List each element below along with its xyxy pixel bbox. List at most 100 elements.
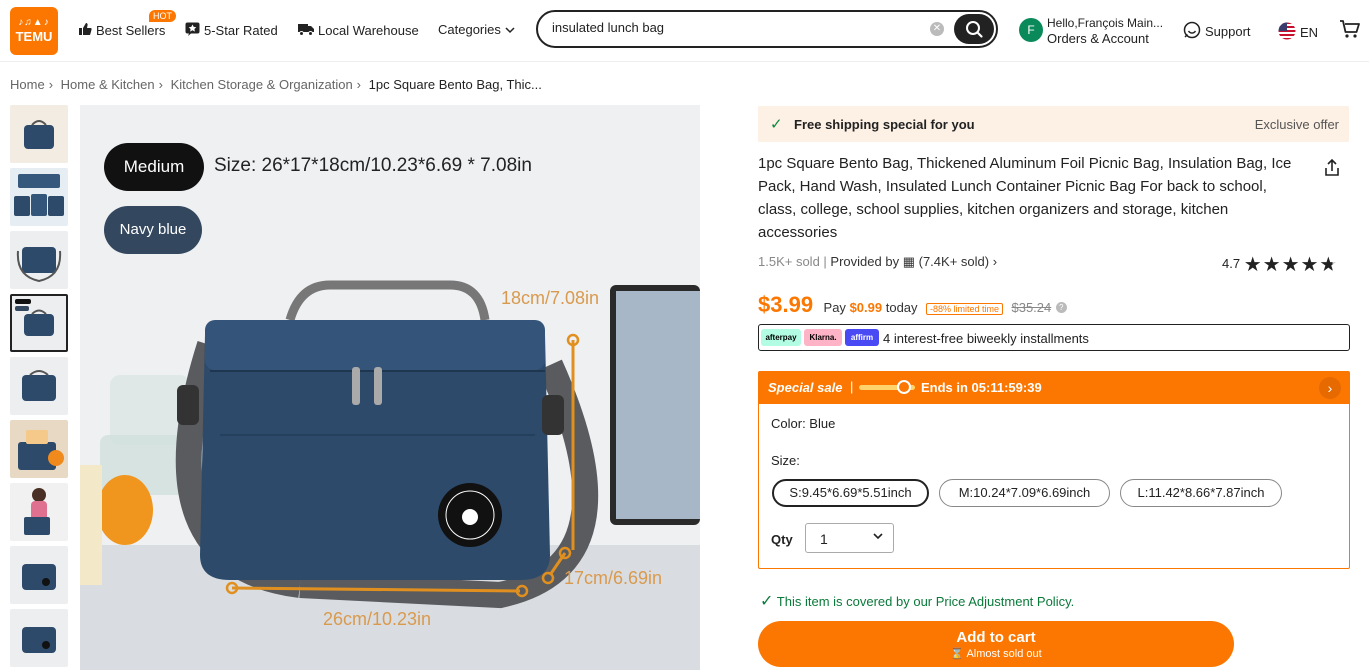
logo-symbols: ♪♫▲♪ [18,17,50,28]
rating-value: 4.7 [1222,255,1241,271]
info-icon[interactable]: ? [1055,302,1067,314]
pay-suffix: today [885,300,918,315]
breadcrumb-home[interactable]: Home [10,77,45,92]
breadcrumb-home-kitchen[interactable]: Home & Kitchen [61,77,155,92]
size-option-l[interactable]: L:11.42*8.66*7.87inch [1120,479,1282,507]
search-icon [966,21,983,38]
thumbnail[interactable] [10,420,68,478]
language-selector[interactable]: EN [1278,22,1318,43]
quantity-value: 1 [820,531,828,547]
klarna-badge: Klarna. [804,329,842,346]
installments-box[interactable]: afterpay Klarna. affirm 4 interest-free … [758,324,1350,351]
thumbnail[interactable] [10,168,68,226]
language-label: EN [1300,25,1319,40]
search-bar: ✕ [536,10,998,48]
special-sale-bar[interactable]: Special sale | Ends in 05:11:59:39 › [759,372,1349,404]
support-label: Support [1205,24,1251,39]
thumbnail[interactable] [10,609,68,667]
quantity-select[interactable]: 1 [805,523,894,553]
thumbnail[interactable] [10,357,68,415]
categories-label: Categories [438,22,501,37]
breadcrumb-kitchen-storage[interactable]: Kitchen Storage & Organization [171,77,353,92]
almost-sold-out-text: Almost sold out [966,648,1042,660]
nav-5-star-rated[interactable]: 5-Star Rated [185,22,278,39]
add-to-cart-label: Add to cart [956,629,1036,646]
hourglass-icon: ⌛ [950,648,965,660]
size-tag: Medium [104,143,204,191]
countdown-text: Ends in 05:11:59:39 [921,380,1042,395]
chevron-down-icon [872,530,884,544]
nav-best-sellers[interactable]: Best Sellers [78,22,165,39]
provided-by-label: Provided by [830,254,900,269]
size-option-m[interactable]: M:10.24*7.09*6.69inch [939,479,1110,507]
price-row: $3.99 Pay $0.99 today -88% limited time … [758,292,1067,318]
share-icon[interactable] [1322,158,1342,183]
nav-categories[interactable]: Categories [438,22,515,37]
local-warehouse-label: Local Warehouse [318,23,419,38]
color-label: Color: Blue [771,416,836,431]
breadcrumb-separator: › [158,77,163,92]
store-icon: ▦ [902,254,915,269]
sales-info: 1.5K+ sold | Provided by ▦ (7.4K+ sold) … [758,254,997,270]
main-product-image[interactable]: Medium Size: 26*17*18cm/10.23*6.69 * 7.0… [80,105,700,670]
currency-symbol: $ [758,292,771,317]
checkmark-icon: ✓ [770,116,783,133]
temu-logo[interactable]: ♪♫▲♪ TEMU [10,7,58,55]
shopping-cart-icon [1339,19,1361,42]
special-sale-label: Special sale [768,380,843,395]
checkmark-icon: ✓ [760,593,774,610]
thumbnail-selected[interactable] [10,294,68,352]
greeting-text: Hello,François Main... [1047,16,1164,30]
nav-local-warehouse[interactable]: Local Warehouse [298,22,419,39]
chevron-right-icon[interactable]: › [1319,377,1341,399]
thumbs-up-icon [78,22,92,39]
height-dimension: 18cm/7.08in [501,288,600,308]
afterpay-badge: afterpay [761,329,801,346]
thumbnail[interactable] [10,546,68,604]
price-policy-text: This item is covered by our Price Adjust… [776,594,1075,609]
five-star-label: 5-Star Rated [204,23,278,38]
search-input[interactable] [552,20,922,35]
product-title: 1pc Square Bento Bag, Thickened Aluminum… [758,155,1292,241]
divider: | [850,379,854,394]
size-label: Size: [771,453,800,468]
size-caption: Size: 26*17*18cm/10.23*6.69 * 7.08in [214,155,532,176]
orders-account-text: Orders & Account [1047,31,1149,46]
thumbnail[interactable] [10,105,68,163]
thumbnail[interactable] [10,483,68,541]
pay-amount: $0.99 [849,300,883,315]
add-to-cart-button[interactable]: Add to cart ⌛ Almost sold out [758,621,1234,667]
size-option-s[interactable]: S:9.45*6.69*5.51inch [772,479,929,507]
exclusive-offer-text: Exclusive offer [1254,117,1339,132]
search-button[interactable] [954,14,994,44]
thumbnail-list [10,105,68,672]
support-link[interactable]: Support [1183,21,1251,42]
pay-label: Pay [823,300,846,315]
truck-icon [298,22,314,39]
logo-text: TEMU [15,29,53,44]
avatar: F [1019,18,1043,42]
top-header: ♪♫▲♪ TEMU Best Sellers HOT 5-Star Rated … [0,0,1369,62]
discount-badge: -88% limited time [926,303,1004,315]
cart-icon-button[interactable] [1339,19,1361,42]
thumbnail[interactable] [10,231,68,289]
breadcrumb-separator: › [356,77,362,92]
breadcrumb-current: 1pc Square Bento Bag, Thic... [368,77,542,92]
breadcrumb: Home › Home & Kitchen › Kitchen Storage & … [10,77,546,92]
rating[interactable]: 4.7 ★★★★★ [1222,252,1338,277]
clear-search-icon[interactable]: ✕ [930,22,944,36]
color-tag: Navy blue [104,206,202,254]
qty-label: Qty [771,532,793,547]
price-policy[interactable]: ✓ This item is covered by our Price Adju… [760,591,1074,611]
timer-icon [897,380,911,394]
sold-count: 1.5K+ sold [758,254,820,269]
chevron-down-icon [505,22,515,37]
chevron-right-icon: › [989,254,998,269]
depth-dimension: 17cm/6.69in [564,568,663,588]
provider-sold[interactable]: (7.4K+ sold) [919,254,989,269]
original-price: $35.24 [1011,300,1052,315]
breadcrumb-separator: › [48,77,54,92]
price: $3.99 [758,292,813,317]
hot-badge: HOT [149,10,176,22]
free-shipping-text: Free shipping special for you [794,117,975,132]
